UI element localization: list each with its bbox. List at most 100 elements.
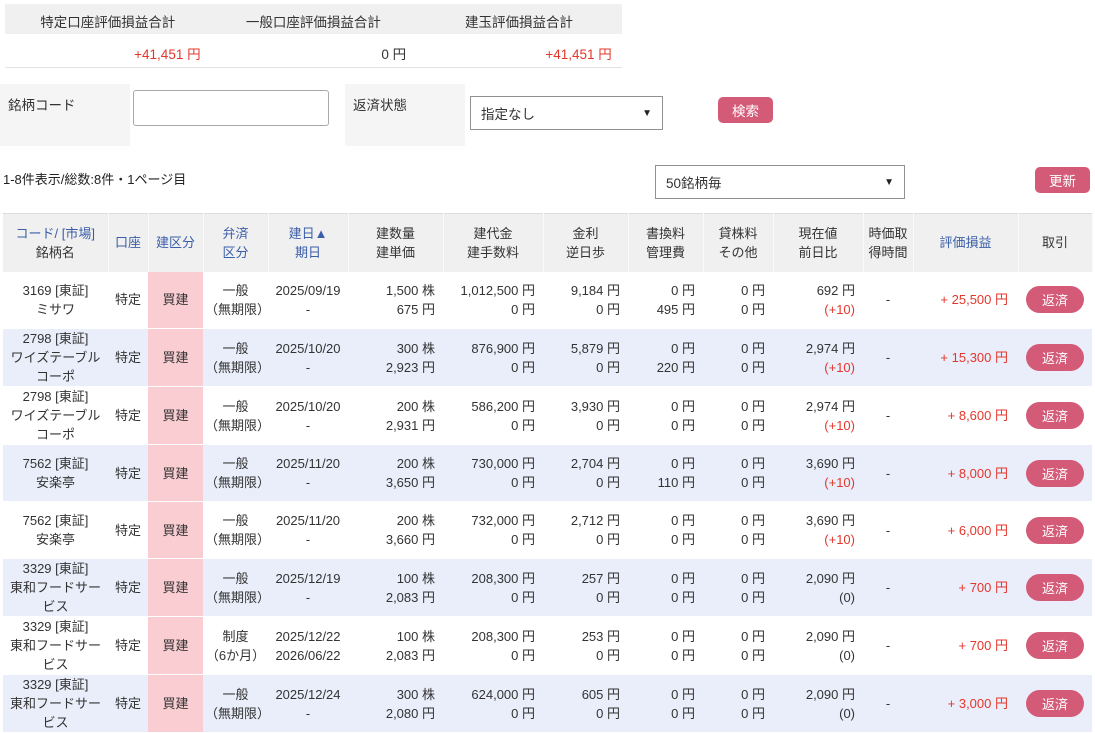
table-row: 3169 [東証] ミサワ 特定 買建 一般 （無期限） 2025/09/19 … [3,271,1092,329]
open-date: 2025/10/20 [275,398,341,414]
action-cell: 返済 [1018,271,1092,329]
stock-code-input[interactable] [133,90,329,126]
day-change: (0) [839,705,855,721]
search-button[interactable]: 検索 [718,97,773,123]
unrealized-pl: + 6,000 円 [913,501,1018,559]
day-change: (+10) [824,301,855,317]
stock-cell: 7562 [東証] 安楽亭 [3,501,108,559]
unrealized-pl: + 700 円 [913,558,1018,617]
open-date: 2025/12/24 [275,686,341,702]
column-header[interactable]: 建区分 [148,213,204,272]
current-price: 2,090 円 [805,628,855,644]
interest-cell: 2,704 円 0 円 [543,444,628,502]
lending-fee-cell: 0 円 0 円 [703,386,773,445]
repayment-category-cell: 一般 （無期限） [203,328,271,387]
due-date: 2026/06/22 [275,647,341,663]
quantity: 200 株 [396,456,435,471]
unrealized-pl: + 8,600 円 [913,386,1018,445]
table-row: 3329 [東証] 東和フードサービス 特定 買建 一般 （無期限） 2025/… [3,674,1092,733]
open-date: 2025/10/20 [275,340,341,356]
due-date: - [305,359,311,375]
repayment-term: （無期限） [205,359,271,375]
unrealized-pl: + 8,000 円 [913,444,1018,502]
price-time: - [863,444,913,502]
refresh-button[interactable]: 更新 [1035,167,1090,193]
other-fee: 0 円 [741,301,765,317]
column-header[interactable]: 建日▲ 期日 [268,213,349,272]
amount-cell: 624,000 円 0 円 [443,674,543,733]
amount-cell: 730,000 円 0 円 [443,444,543,502]
repay-button[interactable]: 返済 [1025,286,1084,314]
commission: 0 円 [511,475,535,490]
lending-fee-cell: 0 円 0 円 [703,674,773,733]
open-date: 2025/12/22 [275,628,341,644]
stock-code: 2798 [東証] [22,331,89,346]
due-date: - [305,417,311,433]
repay-button[interactable]: 返済 [1025,690,1084,717]
quantity-cell: 200 株 3,660 円 [348,501,443,559]
negative-interest: 0 円 [596,705,620,721]
filter-bar: 銘柄コード 返済状態 指定なし ▼ 検索 [0,84,830,146]
repayment-term: （無期限） [205,589,271,605]
rewrite-fee-cell: 0 円 0 円 [628,501,703,559]
column-header: 建代金 建手数料 [443,213,544,272]
open-date: 2025/11/20 [275,456,341,471]
negative-interest: 0 円 [596,475,620,490]
commission: 0 円 [511,359,535,375]
other-fee: 0 円 [741,359,765,375]
repay-button[interactable]: 返済 [1025,402,1084,429]
interest: 9,184 円 [570,282,620,298]
repayment-status-select[interactable]: 指定なし ▼ [470,96,663,130]
stock-code: 7562 [東証] [22,456,89,471]
per-page-select[interactable]: 50銘柄毎 ▼ [655,165,905,199]
table-row: 2798 [東証] ワイズテーブルコーポ 特定 買建 一般 （無期限） 2025… [3,386,1092,445]
open-date: 2025/12/19 [275,570,341,586]
account-type: 特定 [108,271,148,329]
stock-cell: 2798 [東証] ワイズテーブルコーポ [3,386,108,445]
interest-cell: 257 円 0 円 [543,558,628,617]
due-date: - [305,475,311,490]
trade-type: 買建 [148,558,203,617]
commission: 0 円 [511,705,535,721]
unit-price: 675 円 [396,301,435,317]
lending-fee-cell: 0 円 0 円 [703,444,773,502]
rewrite-fee-cell: 0 円 0 円 [628,616,703,675]
interest-cell: 9,184 円 0 円 [543,271,628,329]
table-row: 3329 [東証] 東和フードサービス 特定 買建 制度 （6か月） 2025/… [3,616,1092,675]
trade-type: 買建 [148,386,203,445]
column-header[interactable]: 弁済 区分 [203,213,269,272]
interest: 2,704 円 [570,456,620,471]
repay-button[interactable]: 返済 [1025,632,1084,659]
column-header[interactable]: 評価損益 [913,213,1019,272]
stock-lending-fee: 0 円 [741,570,765,586]
repayment-category-cell: 一般 （無期限） [203,501,270,559]
repayment-term: （6か月） [205,647,266,663]
trade-type: 買建 [148,444,203,502]
day-change: (+10) [824,475,855,490]
column-header: 取引 [1018,213,1093,272]
commission: 0 円 [511,647,535,663]
quantity: 200 株 [396,398,435,414]
stock-name: 東和フードサービス [9,580,101,614]
other-fee: 0 円 [741,705,765,721]
repay-button[interactable]: 返済 [1025,574,1084,601]
trade-type: 買建 [148,501,203,559]
account-type: 特定 [108,674,148,733]
date-cell: 2025/09/19 - [268,271,348,329]
column-header[interactable]: コード/ [市場] 銘柄名 [3,213,109,272]
repayment-status-selected: 指定なし [481,107,535,122]
repayment-category: 一般 [222,570,249,586]
trade-type: 買建 [148,271,203,329]
interest: 257 円 [581,570,620,586]
column-header[interactable]: 口座 [108,213,149,272]
account-type: 特定 [108,444,148,502]
open-amount: 876,900 円 [471,340,535,356]
summary-value-tategyoku: +41,451 円 [545,47,612,62]
repay-button[interactable]: 返済 [1025,459,1084,487]
repay-button[interactable]: 返済 [1025,344,1084,371]
other-fee: 0 円 [741,417,765,433]
price-cell: 692 円 (+10) [773,271,863,329]
repay-button[interactable]: 返済 [1025,516,1084,544]
per-page-selected: 50銘柄毎 [666,176,722,191]
commission: 0 円 [511,532,535,547]
